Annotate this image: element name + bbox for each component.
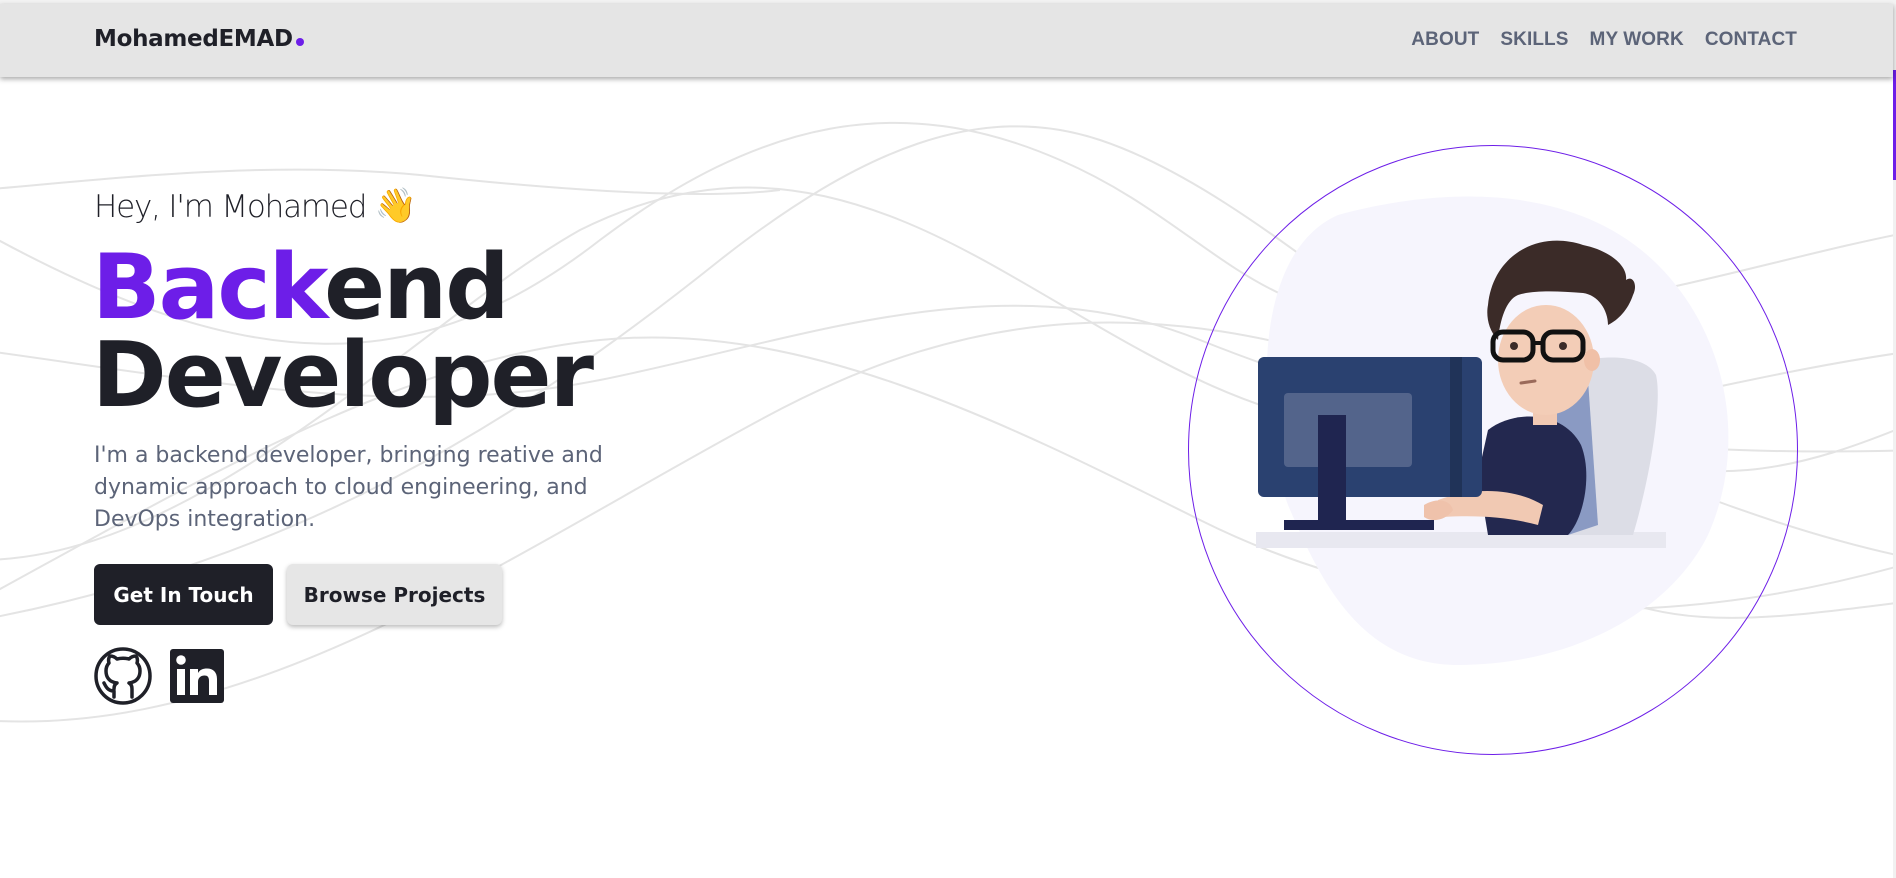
linkedin-icon[interactable] [168,647,226,705]
nav-skills[interactable]: SKILLS [1500,29,1568,51]
logo-dot-icon [295,38,304,46]
hero-title-line1: Backend [92,243,510,333]
waving-hand-icon: 👋 [374,186,417,226]
developer-illustration [1256,196,1729,665]
nav-my-work[interactable]: MY WORK [1590,29,1684,51]
portfolio-page: MohamedEMAD ABOUT SKILLS MY WORK CONTACT… [0,0,1896,878]
hero-title-line2: Developer [92,323,594,428]
browse-projects-button[interactable]: Browse Projects [287,564,502,625]
github-icon[interactable] [94,647,152,705]
logo-text[interactable]: MohamedEMAD [94,26,293,52]
nav-contact[interactable]: CONTACT [1705,29,1797,51]
get-in-touch-button[interactable]: Get In Touch [94,564,273,625]
main-nav: ABOUT SKILLS MY WORK CONTACT [1411,29,1797,51]
site-logo[interactable]: MohamedEMAD [94,26,304,52]
site-header: MohamedEMAD ABOUT SKILLS MY WORK CONTACT [0,4,1893,77]
nav-about[interactable]: ABOUT [1411,29,1479,51]
greeting-text: Hey, I'm Mohamed [94,189,367,225]
hero-intro: I'm a backend developer, bringing reativ… [94,443,603,532]
hero-greeting: Hey, I'm Mohamed 👋 [94,186,417,226]
